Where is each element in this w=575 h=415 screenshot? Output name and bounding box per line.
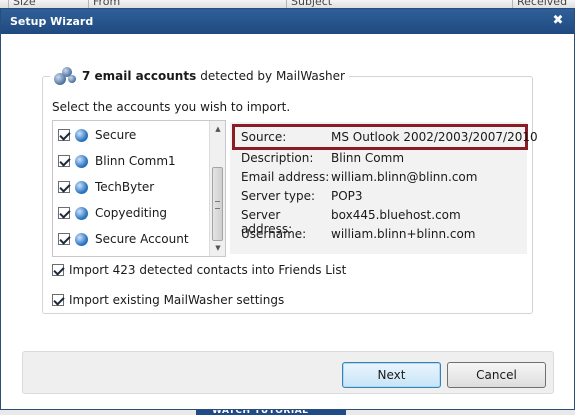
accounts-list[interactable]: Secure Blinn Comm1 TechByter Copyediting… xyxy=(52,120,226,257)
account-label: Blinn Comm1 xyxy=(95,154,176,168)
scroll-up-icon[interactable]: ▲ xyxy=(210,121,225,137)
account-checkbox[interactable] xyxy=(58,207,70,219)
detail-label: Email address: xyxy=(241,170,330,184)
detail-label: Source: xyxy=(241,130,287,144)
detail-row-server-address: Server address: box445.bluehost.com xyxy=(241,208,461,236)
detail-value: william.blinn@blinn.com xyxy=(331,170,478,184)
account-label: Copyediting xyxy=(95,206,168,220)
import-settings-option[interactable]: Import existing MailWasher settings xyxy=(52,291,284,309)
scroll-down-icon[interactable]: ▼ xyxy=(210,240,225,256)
cancel-button[interactable]: Cancel xyxy=(447,362,546,388)
account-checkbox[interactable] xyxy=(58,233,70,245)
group-legend: 7 email accounts detected by MailWasher xyxy=(50,66,349,86)
list-scrollbar[interactable]: ▲ ▼ xyxy=(209,121,225,256)
detail-row-description: Description: Blinn Comm xyxy=(241,151,404,169)
list-item[interactable]: Blinn Comm1 xyxy=(58,151,176,171)
import-settings-checkbox[interactable] xyxy=(52,294,64,306)
detail-label: Server address: xyxy=(241,208,293,236)
list-item[interactable]: Secure Account xyxy=(58,229,189,249)
account-checkbox[interactable] xyxy=(58,129,70,141)
globe-icon xyxy=(75,154,88,168)
detected-by-text: detected by MailWasher xyxy=(200,69,345,83)
globe-icon xyxy=(75,206,88,220)
detail-label: Username: xyxy=(241,227,307,241)
detail-value: POP3 xyxy=(331,189,363,203)
detail-value: MS Outlook 2002/2003/2007/2010 xyxy=(331,130,538,144)
list-item[interactable]: Copyediting xyxy=(58,203,167,223)
detail-row-server-type: Server type: POP3 xyxy=(241,189,363,207)
globe-icon xyxy=(75,232,88,246)
detail-label: Server type: xyxy=(241,189,316,203)
select-accounts-label: Select the accounts you wish to import. xyxy=(52,100,291,114)
import-contacts-checkbox[interactable] xyxy=(52,264,64,276)
list-item[interactable]: Secure xyxy=(58,125,136,145)
account-checkbox[interactable] xyxy=(58,155,70,167)
accounts-icon xyxy=(54,66,76,86)
detail-row-username: Username: william.blinn+blinn.com xyxy=(241,227,476,245)
detail-row-email: Email address: william.blinn@blinn.com xyxy=(241,170,477,188)
account-label: Secure Account xyxy=(95,232,189,246)
dialog-title: Setup Wizard xyxy=(10,15,94,28)
account-count: 7 email accounts xyxy=(82,69,197,83)
list-item[interactable]: TechByter xyxy=(58,177,154,197)
next-button[interactable]: Next xyxy=(342,362,441,388)
account-label: TechByter xyxy=(95,180,155,194)
account-label: Secure xyxy=(95,128,137,142)
detail-row-source: Source: MS Outlook 2002/2003/2007/2010 xyxy=(241,130,538,148)
dialog-titlebar: Setup Wizard ✖ xyxy=(1,9,574,34)
scroll-thumb[interactable] xyxy=(212,167,223,241)
globe-icon xyxy=(75,128,88,142)
globe-icon xyxy=(75,180,88,194)
import-contacts-option[interactable]: Import 423 detected contacts into Friend… xyxy=(52,261,346,279)
detail-label: Description: xyxy=(241,151,314,165)
import-contacts-label: Import 423 detected contacts into Friend… xyxy=(69,263,347,277)
import-settings-label: Import existing MailWasher settings xyxy=(69,293,285,307)
detail-value: box445.bluehost.com xyxy=(331,208,461,222)
detail-value: william.blinn+blinn.com xyxy=(331,227,476,241)
account-checkbox[interactable] xyxy=(58,181,70,193)
close-icon[interactable]: ✖ xyxy=(550,13,566,29)
detail-value: Blinn Comm xyxy=(331,151,405,165)
